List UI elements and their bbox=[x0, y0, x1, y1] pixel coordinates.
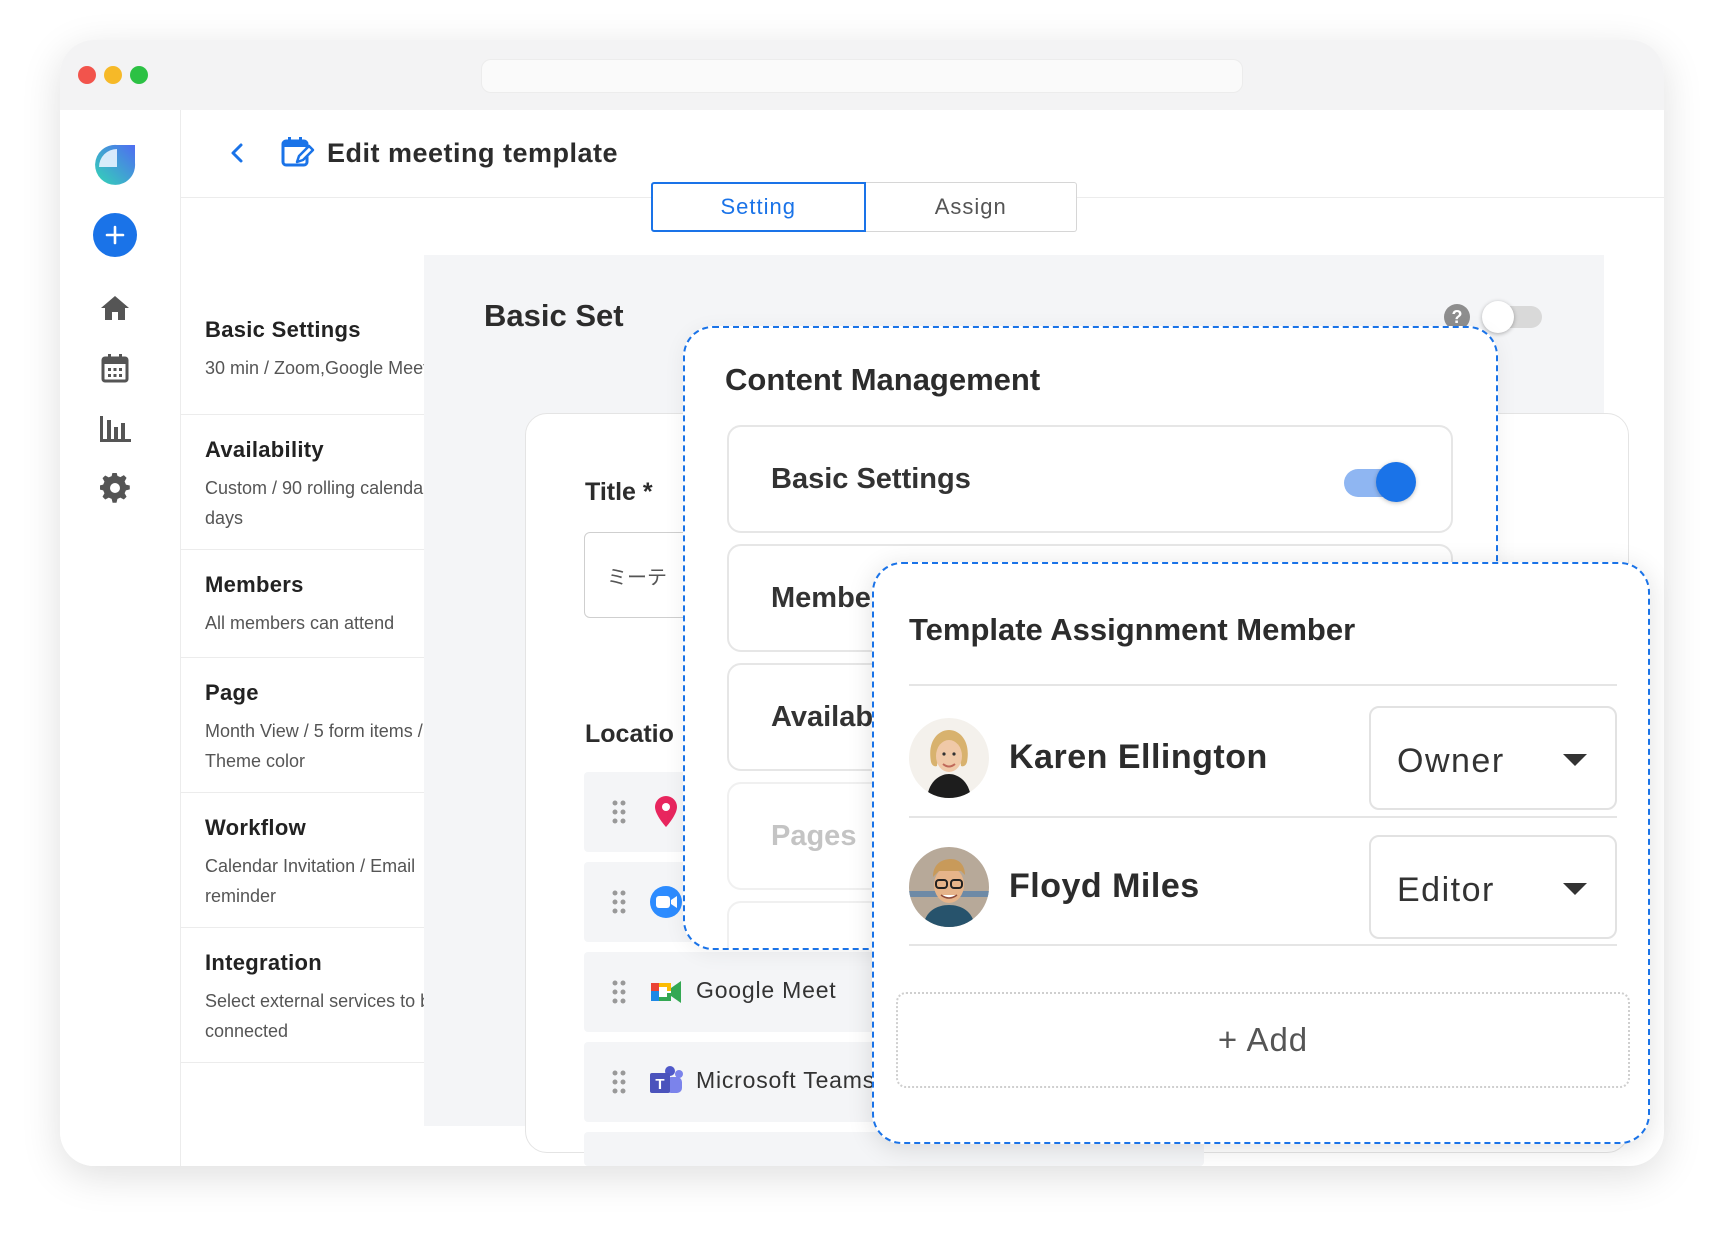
map-pin-icon bbox=[655, 796, 677, 827]
close-dot[interactable] bbox=[78, 66, 96, 84]
calendar-icon[interactable] bbox=[95, 348, 135, 388]
template-assignment-title: Template Assignment Member bbox=[909, 612, 1356, 647]
toggle-knob bbox=[1376, 462, 1416, 502]
avatar bbox=[909, 718, 989, 798]
content-management-title: Content Management bbox=[725, 362, 1041, 397]
role-select[interactable]: Editor bbox=[1369, 835, 1617, 939]
menu-item-subtitle: 30 min / Zoom,Google Meet bbox=[205, 358, 429, 378]
minimize-dot[interactable] bbox=[104, 66, 122, 84]
cm-row-label: Basic Settings bbox=[771, 463, 971, 495]
cm-row-label: Availab bbox=[771, 701, 874, 733]
avatar bbox=[909, 847, 989, 927]
menu-item-subtitle: Month View / 5 form items / Theme color bbox=[205, 721, 423, 771]
tab-bar: Setting Assign bbox=[651, 182, 1077, 232]
settings-gear-icon[interactable] bbox=[95, 468, 135, 508]
section-heading: Basic Set bbox=[484, 298, 624, 333]
maximize-dot[interactable] bbox=[130, 66, 148, 84]
google-meet-icon bbox=[651, 981, 681, 1003]
basic-settings-toggle[interactable] bbox=[1344, 462, 1416, 502]
role-select[interactable]: Owner bbox=[1369, 706, 1617, 810]
menu-item-subtitle: Calendar Invitation / Email reminder bbox=[205, 856, 416, 906]
menu-item-title: Basic Settings bbox=[205, 317, 361, 342]
location-label-text: Google Meet bbox=[696, 977, 837, 1003]
member-name: Karen Ellington bbox=[1009, 738, 1268, 776]
location-label-text: Microsoft Teams bbox=[696, 1067, 876, 1093]
menu-item-title: Integration bbox=[205, 950, 322, 975]
tab-setting[interactable]: Setting bbox=[651, 182, 866, 232]
role-value: Editor bbox=[1397, 871, 1495, 909]
app-logo bbox=[95, 141, 139, 187]
menu-item-subtitle: Select external services to be connected bbox=[205, 991, 441, 1041]
menu-item-title: Members bbox=[205, 572, 304, 597]
cm-row-basic-settings: Basic Settings bbox=[727, 425, 1453, 533]
role-value: Owner bbox=[1397, 742, 1505, 780]
cm-row-label: Pages bbox=[771, 820, 857, 852]
member-row: Floyd Miles Editor bbox=[909, 817, 1617, 959]
location-label: Locatio bbox=[585, 720, 674, 748]
member-row: Karen Ellington Owner bbox=[909, 688, 1617, 830]
sidebar-rail bbox=[60, 110, 181, 1166]
analytics-icon[interactable] bbox=[95, 408, 135, 448]
add-member-button[interactable]: + Add bbox=[896, 992, 1630, 1088]
menu-item-title: Availability bbox=[205, 437, 324, 462]
address-bar[interactable] bbox=[481, 59, 1243, 93]
toggle-knob bbox=[1482, 301, 1514, 333]
section-toggle[interactable] bbox=[1482, 301, 1542, 333]
title-label: Title * bbox=[585, 478, 653, 506]
divider bbox=[909, 684, 1617, 686]
drag-handle-icon[interactable] bbox=[612, 980, 626, 1004]
member-name: Floyd Miles bbox=[1009, 867, 1200, 905]
divider bbox=[909, 944, 1617, 946]
drag-handle-icon[interactable] bbox=[612, 800, 626, 824]
plus-icon bbox=[105, 225, 125, 245]
tab-assign[interactable]: Assign bbox=[865, 182, 1077, 232]
menu-item-subtitle: Custom / 90 rolling calendar days bbox=[205, 478, 430, 528]
chevron-down-icon bbox=[1563, 754, 1587, 766]
menu-item-title: Page bbox=[205, 680, 259, 705]
create-button[interactable] bbox=[93, 213, 137, 257]
template-assignment-panel: Template Assignment Member Karen Ellingt… bbox=[872, 562, 1650, 1144]
drag-handle-icon[interactable] bbox=[612, 1070, 626, 1094]
calendar-edit-icon bbox=[279, 134, 315, 170]
drag-handle-icon[interactable] bbox=[612, 890, 626, 914]
menu-item-title: Workflow bbox=[205, 815, 306, 840]
browser-titlebar bbox=[60, 40, 1664, 110]
home-icon[interactable] bbox=[95, 288, 135, 328]
chevron-down-icon bbox=[1563, 883, 1587, 895]
microsoft-teams-icon: T bbox=[650, 1066, 683, 1093]
svg-text:T: T bbox=[655, 1076, 664, 1093]
cm-row-label: Membe bbox=[771, 582, 871, 614]
zoom-icon bbox=[650, 886, 682, 918]
back-chevron-icon[interactable] bbox=[223, 138, 253, 168]
page-title: Edit meeting template bbox=[327, 138, 619, 168]
menu-item-subtitle: All members can attend bbox=[205, 613, 395, 633]
